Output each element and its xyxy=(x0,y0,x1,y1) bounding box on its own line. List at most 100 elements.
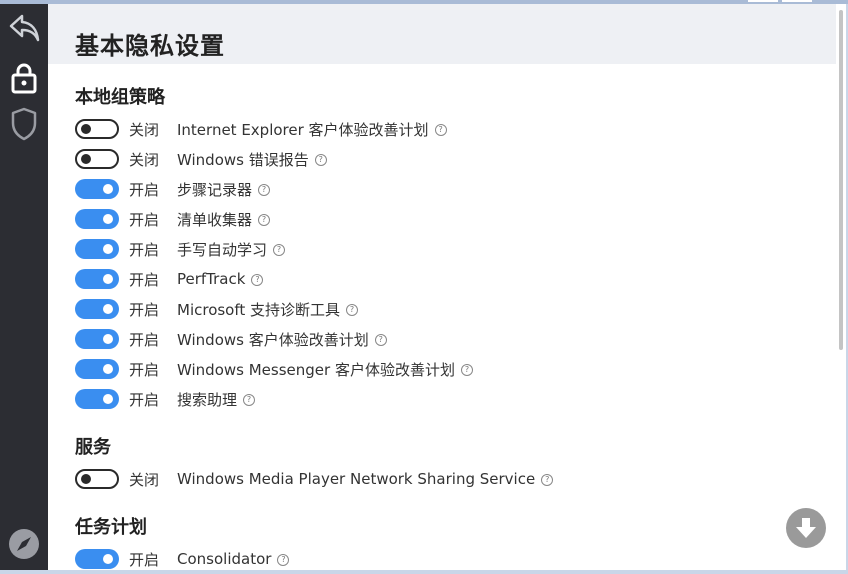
setting-toggle[interactable] xyxy=(75,329,119,349)
toggle-knob xyxy=(81,154,91,164)
setting-label-text: Windows 错误报告 xyxy=(177,150,309,169)
help-icon[interactable]: ? xyxy=(314,154,327,166)
setting-toggle[interactable] xyxy=(75,469,119,489)
setting-row: 开启 步骤记录器? xyxy=(75,174,826,204)
setting-row: 关闭 Windows 错误报告? xyxy=(75,144,826,174)
section-title: 任务计划 xyxy=(75,517,147,538)
toggle-state-label: 开启 xyxy=(129,360,160,379)
setting-label: 清单收集器? xyxy=(177,209,271,230)
scrollbar[interactable] xyxy=(836,4,846,570)
setting-label: Windows 错误报告? xyxy=(177,149,327,170)
setting-row: 关闭 Windows Media Player Network Sharing S… xyxy=(75,464,826,494)
help-icon[interactable]: ? xyxy=(434,124,447,136)
toggle-knob xyxy=(103,184,113,194)
toggle-knob xyxy=(103,244,113,254)
toggle-knob xyxy=(103,334,113,344)
setting-row: 开启 Consolidator? xyxy=(75,544,826,570)
setting-label-text: Windows 客户体验改善计划 xyxy=(177,330,369,349)
setting-toggle[interactable] xyxy=(75,359,119,379)
help-icon[interactable]: ? xyxy=(251,273,264,286)
setting-toggle[interactable] xyxy=(75,149,119,169)
toggle-state-label: 开启 xyxy=(129,270,160,289)
settings-list: 本地组策略关闭 Internet Explorer 客户体验改善计划? 关闭 Wind… xyxy=(75,84,826,570)
setting-label: PerfTrack? xyxy=(177,270,264,288)
setting-toggle[interactable] xyxy=(75,239,119,259)
scrollbar-thumb[interactable] xyxy=(839,10,843,350)
setting-row: 开启 Windows Messenger 客户体验改善计划? xyxy=(75,354,826,384)
help-icon[interactable]: ? xyxy=(243,394,256,406)
toggle-state-label: 开启 xyxy=(129,240,160,259)
setting-row: 开启 搜索助理? xyxy=(75,384,826,414)
setting-label-text: Windows Messenger 客户体验改善计划 xyxy=(177,360,455,379)
setting-row: 关闭 Internet Explorer 客户体验改善计划? xyxy=(75,114,826,144)
security-nav-button[interactable] xyxy=(4,104,44,144)
setting-label-text: Internet Explorer 客户体验改善计划 xyxy=(177,120,429,139)
help-icon[interactable]: ? xyxy=(541,473,554,486)
app-window: 基本隐私设置 本地组策略关闭 Internet Explorer 客户体验改善计划… xyxy=(0,4,846,570)
toggle-state-label: 关闭 xyxy=(129,120,160,139)
setting-row: 开启 PerfTrack? xyxy=(75,264,826,294)
setting-toggle[interactable] xyxy=(75,209,119,229)
toggle-state-label: 开启 xyxy=(129,330,160,349)
toggle-knob xyxy=(81,474,91,484)
setting-label-text: 手写自动学习 xyxy=(177,240,268,259)
setting-label: 步骤记录器? xyxy=(177,179,271,200)
setting-label: Internet Explorer 客户体验改善计划? xyxy=(177,119,447,140)
toggle-state-label: 开启 xyxy=(129,300,160,319)
setting-label: Windows Media Player Network Sharing Ser… xyxy=(177,470,554,488)
setting-toggle[interactable] xyxy=(75,299,119,319)
help-icon[interactable]: ? xyxy=(258,184,271,196)
setting-row: 开启 手写自动学习? xyxy=(75,234,826,264)
toggle-state-label: 开启 xyxy=(129,210,160,229)
help-icon[interactable]: ? xyxy=(374,334,387,346)
scroll-down-button[interactable] xyxy=(786,508,826,548)
setting-label-text: Consolidator xyxy=(177,550,272,568)
toggle-knob xyxy=(103,214,113,224)
setting-row: 开启 Windows 客户体验改善计划? xyxy=(75,324,826,354)
help-icon[interactable]: ? xyxy=(460,364,473,376)
setting-toggle[interactable] xyxy=(75,389,119,409)
window-control-minimize[interactable] xyxy=(748,0,778,2)
setting-label: 手写自动学习? xyxy=(177,239,286,260)
back-button[interactable] xyxy=(4,8,44,48)
window-control-close[interactable] xyxy=(782,0,812,2)
help-icon[interactable]: ? xyxy=(277,553,290,566)
section-title: 服务 xyxy=(75,437,111,458)
setting-label-text: 搜索助理 xyxy=(177,390,238,409)
section-title: 本地组策略 xyxy=(75,87,165,108)
setting-label-text: Windows Media Player Network Sharing Ser… xyxy=(177,470,536,488)
download-arrow-icon xyxy=(796,518,816,538)
setting-label-text: PerfTrack xyxy=(177,270,246,288)
toggle-state-label: 关闭 xyxy=(129,150,160,169)
page-title: 基本隐私设置 xyxy=(75,32,225,60)
help-icon[interactable]: ? xyxy=(346,304,359,316)
lock-icon xyxy=(11,63,37,94)
compass-icon xyxy=(9,529,39,559)
setting-label-text: Microsoft 支持诊断工具 xyxy=(177,300,341,319)
page-header: 基本隐私设置 xyxy=(48,4,836,64)
help-icon[interactable]: ? xyxy=(258,214,271,226)
setting-toggle[interactable] xyxy=(75,549,119,569)
setting-toggle[interactable] xyxy=(75,179,119,199)
toggle-state-label: 关闭 xyxy=(129,470,160,489)
explore-nav-button[interactable] xyxy=(4,524,44,564)
privacy-nav-button[interactable] xyxy=(4,58,44,98)
toggle-knob xyxy=(103,364,113,374)
shield-icon xyxy=(11,107,37,141)
toggle-knob xyxy=(81,124,91,134)
help-icon[interactable]: ? xyxy=(273,244,286,256)
setting-toggle[interactable] xyxy=(75,269,119,289)
setting-label: Microsoft 支持诊断工具? xyxy=(177,299,359,320)
toggle-state-label: 开启 xyxy=(129,550,160,569)
toggle-knob xyxy=(103,394,113,404)
setting-row: 开启 清单收集器? xyxy=(75,204,826,234)
toggle-state-label: 开启 xyxy=(129,390,160,409)
toggle-knob xyxy=(103,274,113,284)
toggle-knob xyxy=(103,304,113,314)
setting-label: Consolidator? xyxy=(177,550,290,568)
setting-label-text: 清单收集器 xyxy=(177,210,253,229)
setting-toggle[interactable] xyxy=(75,119,119,139)
main-panel: 基本隐私设置 本地组策略关闭 Internet Explorer 客户体验改善计划… xyxy=(48,4,846,570)
